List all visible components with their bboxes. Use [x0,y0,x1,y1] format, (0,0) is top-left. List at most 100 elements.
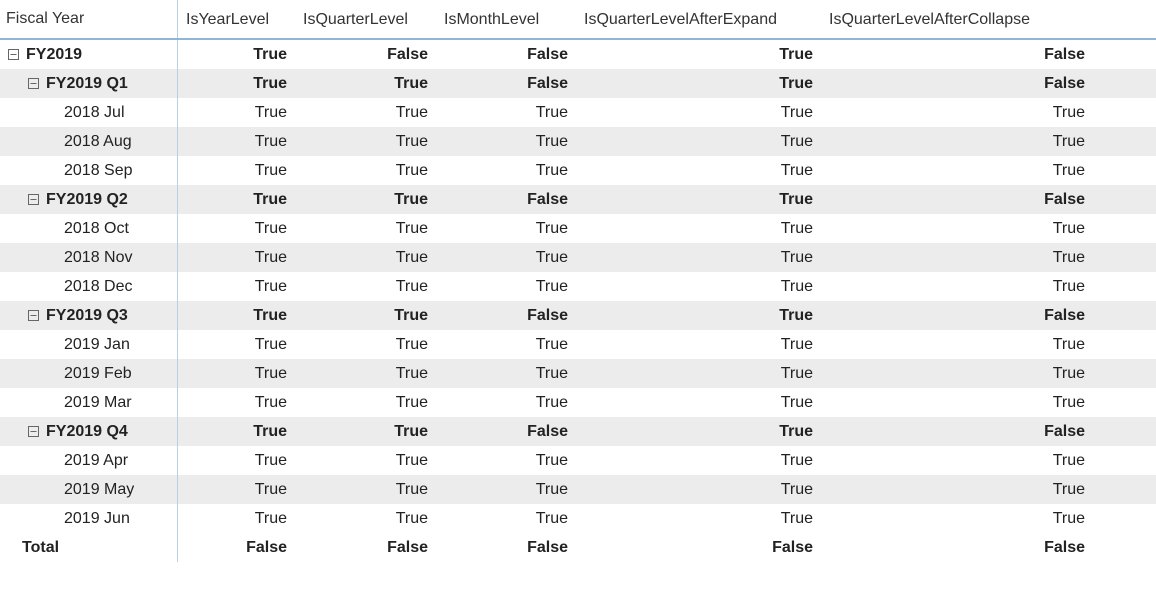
row-header[interactable]: FY2019 Q4 [0,417,178,446]
value-cell: False [821,417,1103,446]
row-label: 2018 Jul [64,98,125,127]
value-cell: True [295,156,436,185]
total-cell: False [178,533,295,562]
value-cell: True [295,98,436,127]
value-cell: False [821,185,1103,214]
value-cell: True [178,243,295,272]
value-cell: True [821,214,1103,243]
collapse-icon[interactable] [6,48,20,62]
value-cell: False [436,40,576,69]
total-label: Total [22,533,59,562]
value-cell: True [436,330,576,359]
value-cell: True [576,475,821,504]
value-cell: False [436,69,576,98]
value-cell: True [821,359,1103,388]
value-cell: True [436,127,576,156]
collapse-icon[interactable] [26,193,40,207]
value-cell: True [576,417,821,446]
row-header: 2018 Aug [0,127,178,156]
column-header-isquarterlevel[interactable]: IsQuarterLevel [295,0,436,38]
value-cell: True [178,446,295,475]
total-cell: False [436,533,576,562]
row-label: FY2019 Q1 [46,69,128,98]
value-cell: True [436,359,576,388]
table-row: FY2019 Q2TrueTrueFalseTrueFalse [0,185,1156,214]
row-header: 2019 Jan [0,330,178,359]
value-cell: True [295,388,436,417]
total-cell: False [295,533,436,562]
value-cell: True [178,98,295,127]
value-cell: False [821,40,1103,69]
value-cell: True [436,243,576,272]
value-cell: True [436,446,576,475]
row-label: 2018 Nov [64,243,133,272]
table-row: 2019 MayTrueTrueTrueTrueTrue [0,475,1156,504]
value-cell: True [178,127,295,156]
column-header-ismonthlevel[interactable]: IsMonthLevel [436,0,576,38]
table-row: 2018 NovTrueTrueTrueTrueTrue [0,243,1156,272]
row-header: 2018 Sep [0,156,178,185]
value-cell: False [821,69,1103,98]
row-label: 2019 Apr [64,446,128,475]
value-cell: True [178,359,295,388]
value-cell: True [436,475,576,504]
collapse-icon[interactable] [26,309,40,323]
collapse-icon[interactable] [26,77,40,91]
value-cell: True [821,272,1103,301]
value-cell: True [178,272,295,301]
row-header[interactable]: FY2019 [0,40,178,69]
value-cell: True [576,98,821,127]
row-header: 2019 Feb [0,359,178,388]
value-cell: True [576,446,821,475]
table-row: FY2019 Q3TrueTrueFalseTrueFalse [0,301,1156,330]
row-header: 2018 Jul [0,98,178,127]
row-header: 2019 Mar [0,388,178,417]
row-header: 2019 May [0,475,178,504]
value-cell: True [295,446,436,475]
column-header-fiscal-year[interactable]: Fiscal Year [0,0,178,38]
value-cell: True [576,504,821,533]
row-header[interactable]: FY2019 Q2 [0,185,178,214]
column-header-isquarterlevelaftercollapse[interactable]: IsQuarterLevelAfterCollapse [821,0,1103,38]
value-cell: False [821,301,1103,330]
row-label: FY2019 [26,40,82,69]
total-row: Total False False False False False [0,533,1156,562]
row-header: 2018 Nov [0,243,178,272]
value-cell: True [178,301,295,330]
value-cell: True [178,40,295,69]
table-row: 2018 JulTrueTrueTrueTrueTrue [0,98,1156,127]
value-cell: True [295,69,436,98]
row-label: FY2019 Q2 [46,185,128,214]
value-cell: True [821,475,1103,504]
value-cell: True [295,243,436,272]
table-row: 2018 OctTrueTrueTrueTrueTrue [0,214,1156,243]
table-row: 2019 FebTrueTrueTrueTrueTrue [0,359,1156,388]
value-cell: True [436,214,576,243]
row-header: 2018 Oct [0,214,178,243]
table-row: 2018 SepTrueTrueTrueTrueTrue [0,156,1156,185]
value-cell: True [295,475,436,504]
value-cell: True [576,214,821,243]
table-row: FY2019 Q1TrueTrueFalseTrueFalse [0,69,1156,98]
row-label: FY2019 Q3 [46,301,128,330]
value-cell: True [576,388,821,417]
value-cell: True [576,40,821,69]
total-cell: False [576,533,821,562]
table-row: FY2019 Q4TrueTrueFalseTrueFalse [0,417,1156,446]
value-cell: True [576,301,821,330]
row-header[interactable]: FY2019 Q3 [0,301,178,330]
value-cell: True [178,330,295,359]
value-cell: False [436,301,576,330]
value-cell: True [178,417,295,446]
row-header[interactable]: FY2019 Q1 [0,69,178,98]
value-cell: True [295,330,436,359]
value-cell: True [178,156,295,185]
row-label: 2019 Mar [64,388,132,417]
column-header-isyearlevel[interactable]: IsYearLevel [178,0,295,38]
value-cell: True [821,156,1103,185]
value-cell: True [436,98,576,127]
value-cell: True [821,504,1103,533]
collapse-icon[interactable] [26,425,40,439]
column-header-isquarterlevelafterexpand[interactable]: IsQuarterLevelAfterExpand [576,0,821,38]
matrix-table: Fiscal Year IsYearLevel IsQuarterLevel I… [0,0,1156,562]
